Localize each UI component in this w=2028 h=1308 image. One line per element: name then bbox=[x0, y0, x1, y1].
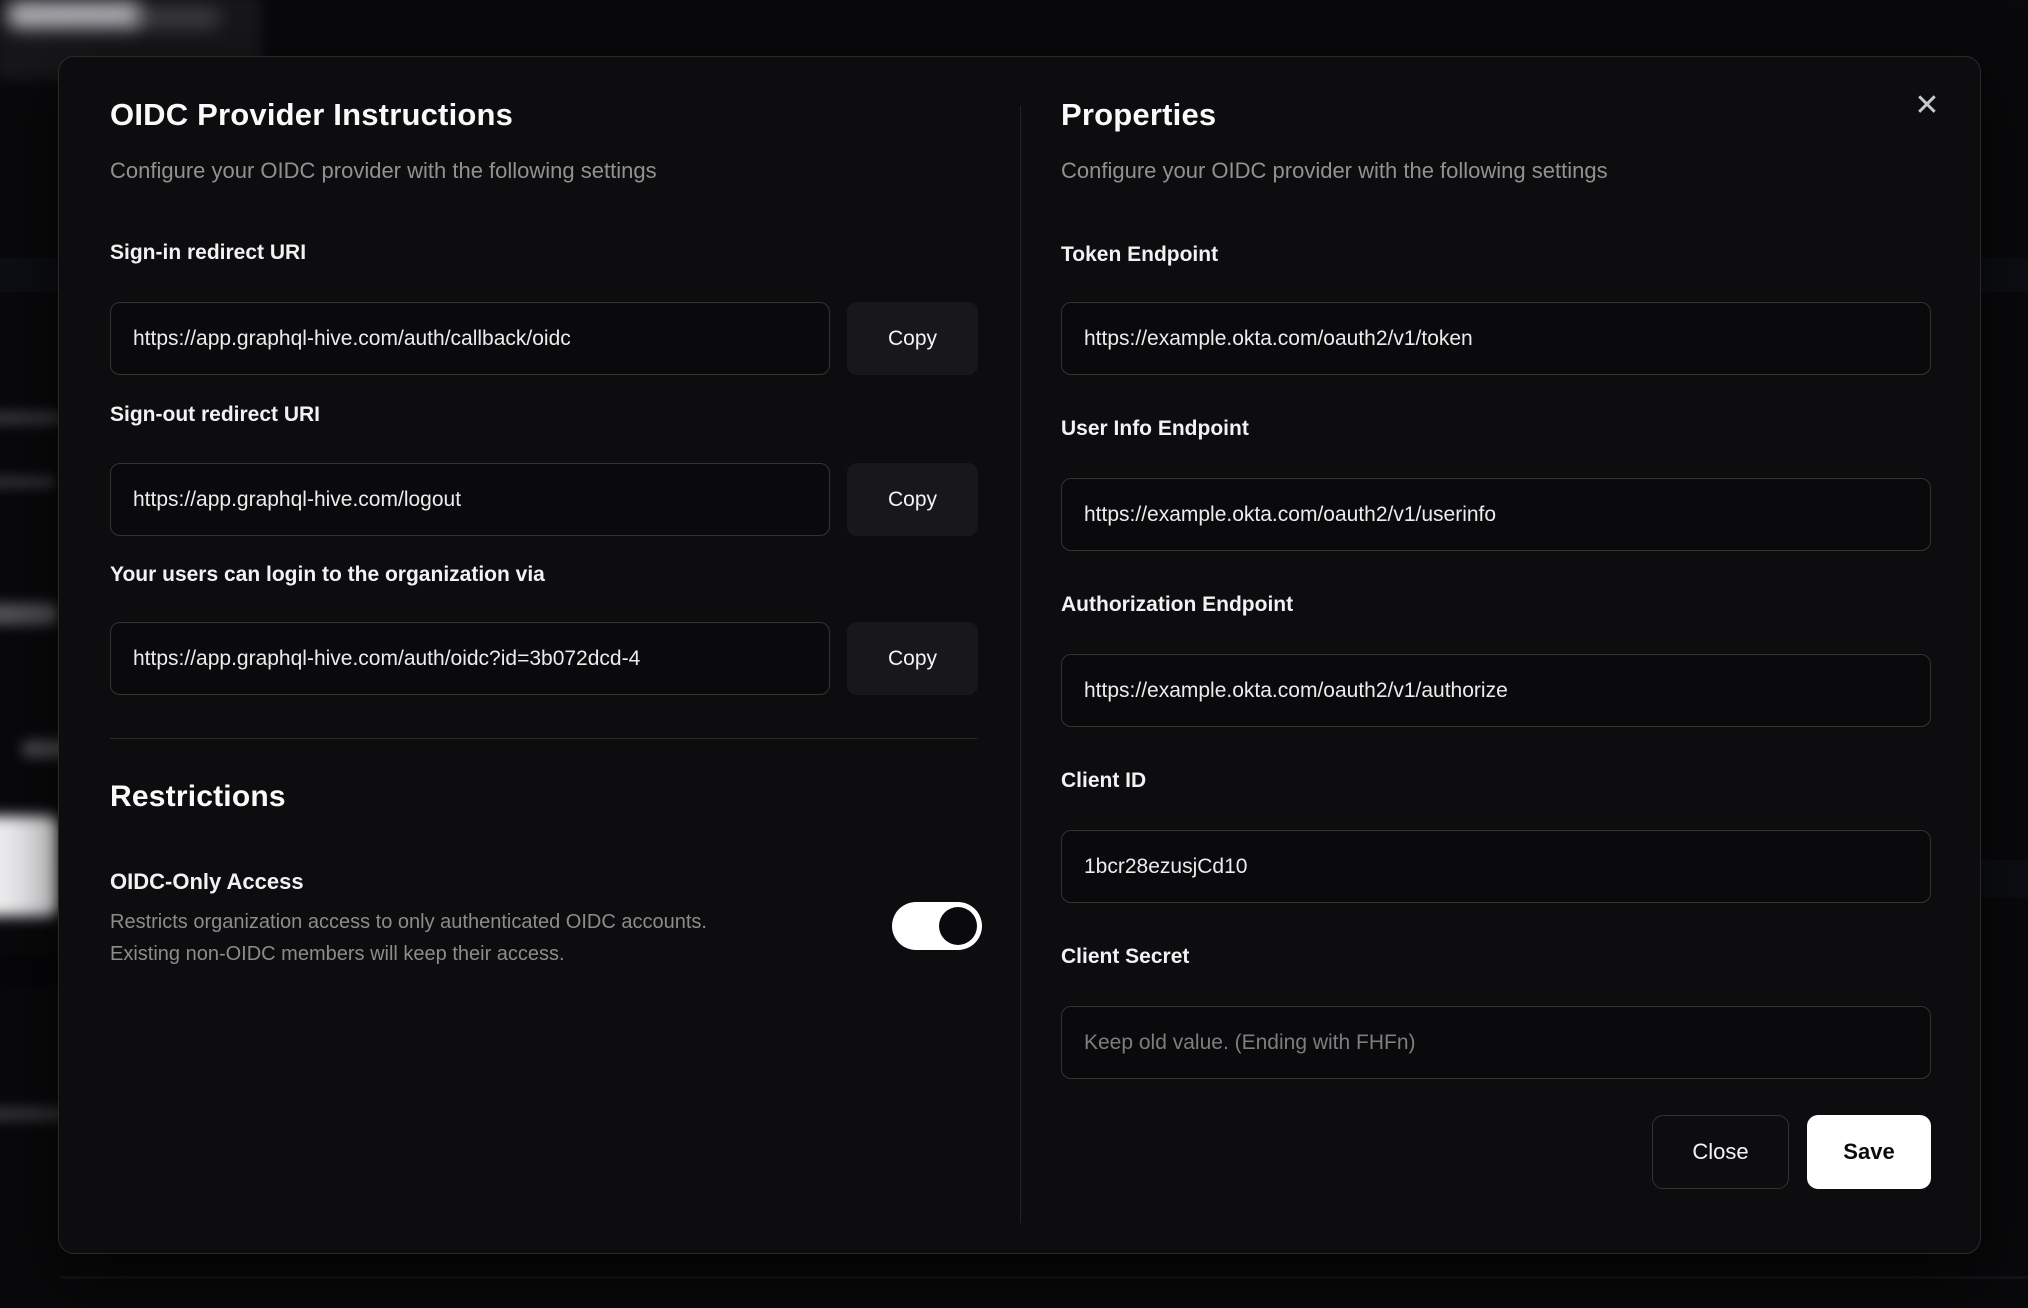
bg-blur-text bbox=[0, 603, 58, 625]
oidc-only-toggle[interactable] bbox=[892, 902, 982, 950]
client-secret-label: Client Secret bbox=[1061, 945, 1190, 968]
client-id-input[interactable] bbox=[1061, 830, 1931, 903]
properties-title: Properties bbox=[1061, 97, 1217, 132]
bg-divider bbox=[60, 1276, 2028, 1279]
bg-blur-text bbox=[0, 410, 62, 426]
signin-redirect-input[interactable] bbox=[110, 302, 830, 375]
token-endpoint-input[interactable] bbox=[1061, 302, 1931, 375]
token-endpoint-label: Token Endpoint bbox=[1061, 243, 1219, 266]
org-login-input[interactable] bbox=[110, 622, 830, 695]
authorization-endpoint-label: Authorization Endpoint bbox=[1061, 593, 1294, 616]
modal-actions: Close Save bbox=[1652, 1115, 1931, 1189]
org-login-row: Copy bbox=[110, 622, 978, 695]
toggle-knob bbox=[939, 907, 977, 945]
bg-blur-white-box bbox=[0, 816, 58, 916]
restrictions-title: Restrictions bbox=[110, 780, 286, 813]
oidc-only-description-line: Existing non-OIDC members will keep thei… bbox=[110, 943, 565, 965]
bg-blur-text bbox=[128, 8, 220, 28]
section-divider bbox=[110, 738, 977, 739]
userinfo-endpoint-label: User Info Endpoint bbox=[1061, 417, 1249, 440]
bg-blur-dark-band bbox=[0, 956, 58, 986]
client-id-label: Client ID bbox=[1061, 769, 1147, 792]
authorization-endpoint-input[interactable] bbox=[1061, 654, 1931, 727]
oidc-only-description-line: Restricts organization access to only au… bbox=[110, 911, 707, 933]
signout-redirect-row: Copy bbox=[110, 463, 978, 536]
org-login-label: Your users can login to the organization… bbox=[110, 563, 545, 586]
signout-redirect-label: Sign-out redirect URI bbox=[110, 403, 321, 426]
signin-redirect-row: Copy bbox=[110, 302, 978, 375]
instructions-subtitle: Configure your OIDC provider with the fo… bbox=[110, 158, 657, 183]
properties-subtitle: Configure your OIDC provider with the fo… bbox=[1061, 158, 1608, 183]
instructions-title: OIDC Provider Instructions bbox=[110, 97, 514, 132]
signout-redirect-input[interactable] bbox=[110, 463, 830, 536]
instructions-column: OIDC Provider Instructions Configure you… bbox=[110, 57, 982, 1253]
save-button[interactable]: Save bbox=[1807, 1115, 1931, 1189]
client-secret-input[interactable] bbox=[1061, 1006, 1931, 1079]
copy-signin-button[interactable]: Copy bbox=[847, 302, 978, 375]
oidc-only-label: OIDC-Only Access bbox=[110, 869, 304, 894]
signin-redirect-label: Sign-in redirect URI bbox=[110, 241, 307, 264]
bg-blur-text bbox=[8, 2, 140, 28]
column-divider bbox=[1020, 106, 1021, 1223]
copy-org-login-button[interactable]: Copy bbox=[847, 622, 978, 695]
oidc-settings-modal: ✕ OIDC Provider Instructions Configure y… bbox=[58, 56, 1981, 1254]
oidc-only-description: Restricts organization access to only au… bbox=[110, 906, 707, 970]
bg-blur-text bbox=[0, 475, 56, 489]
copy-signout-button[interactable]: Copy bbox=[847, 463, 978, 536]
properties-column: Properties Configure your OIDC provider … bbox=[1061, 57, 1931, 1253]
close-button[interactable]: Close bbox=[1652, 1115, 1789, 1189]
userinfo-endpoint-input[interactable] bbox=[1061, 478, 1931, 551]
